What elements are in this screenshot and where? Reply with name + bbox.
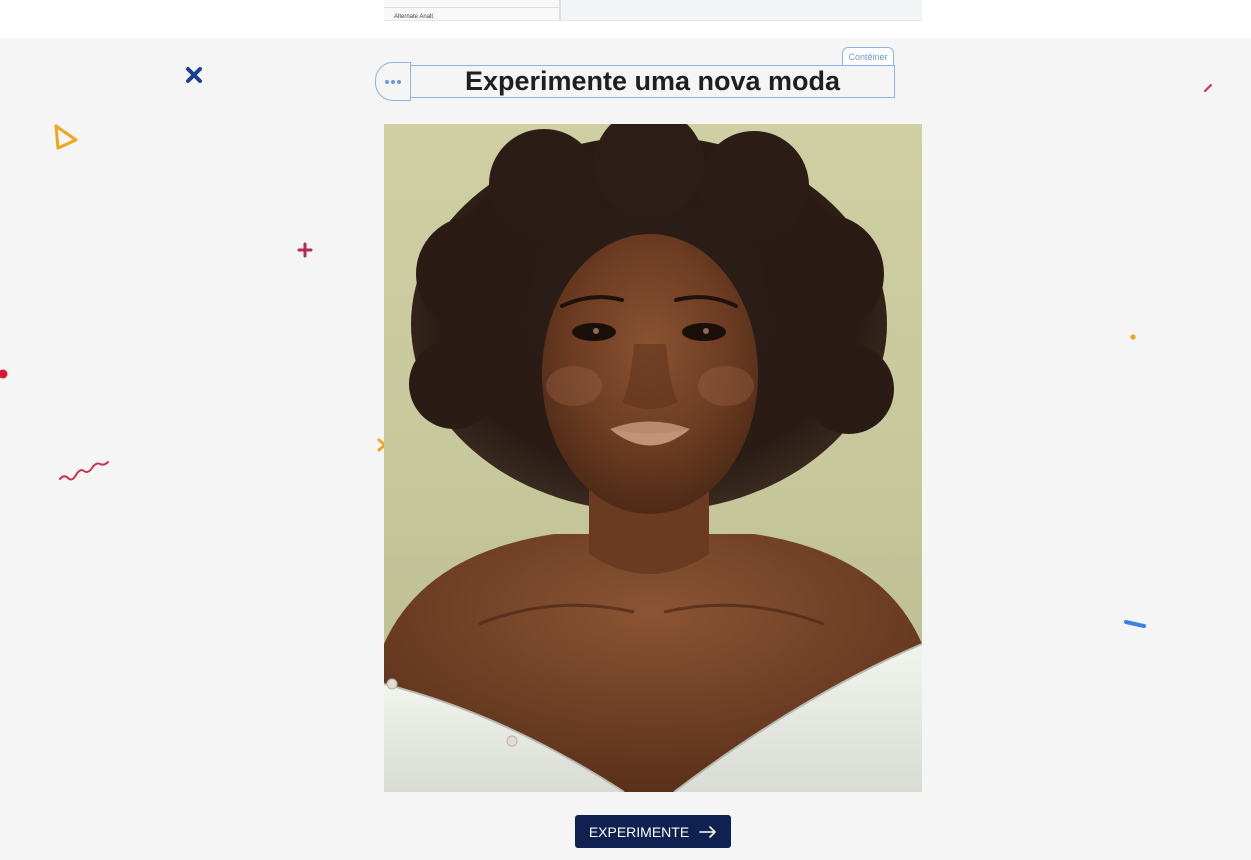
preview-panel: Alternate Analt: [384, 0, 922, 21]
confetti-plus-icon: [297, 242, 313, 258]
experimente-button[interactable]: EXPERIMENTE: [575, 815, 731, 848]
preview-sidebar: Alternate Analt: [384, 0, 561, 20]
dot: [397, 79, 401, 84]
dot: [385, 79, 389, 84]
top-strip: Alternate Analt: [0, 0, 1251, 38]
confetti-blue-dash-icon: [1124, 620, 1146, 628]
container-tag[interactable]: Contêiner: [842, 47, 894, 65]
arrow-right-icon: [699, 825, 716, 838]
portrait-photo: [384, 124, 922, 792]
preview-divider: [384, 7, 559, 8]
page: Alternate Analt Contêiner Experimente um…: [0, 0, 1251, 860]
confetti-squiggle-icon: [59, 461, 109, 481]
confetti-red-dash-icon: [1204, 84, 1212, 92]
preview-label: Alternate Analt: [394, 14, 434, 20]
confetti-red-dot-icon: [0, 369, 8, 379]
confetti-blue-x-icon: [186, 67, 202, 83]
page-title[interactable]: Experimente uma nova moda: [410, 64, 895, 99]
confetti-yellow-dot-icon: [1130, 334, 1136, 340]
more-dots-icon[interactable]: [375, 62, 411, 101]
experimente-button-label: EXPERIMENTE: [588, 823, 690, 840]
dot: [391, 79, 395, 84]
confetti-triangle-icon: [54, 124, 78, 150]
